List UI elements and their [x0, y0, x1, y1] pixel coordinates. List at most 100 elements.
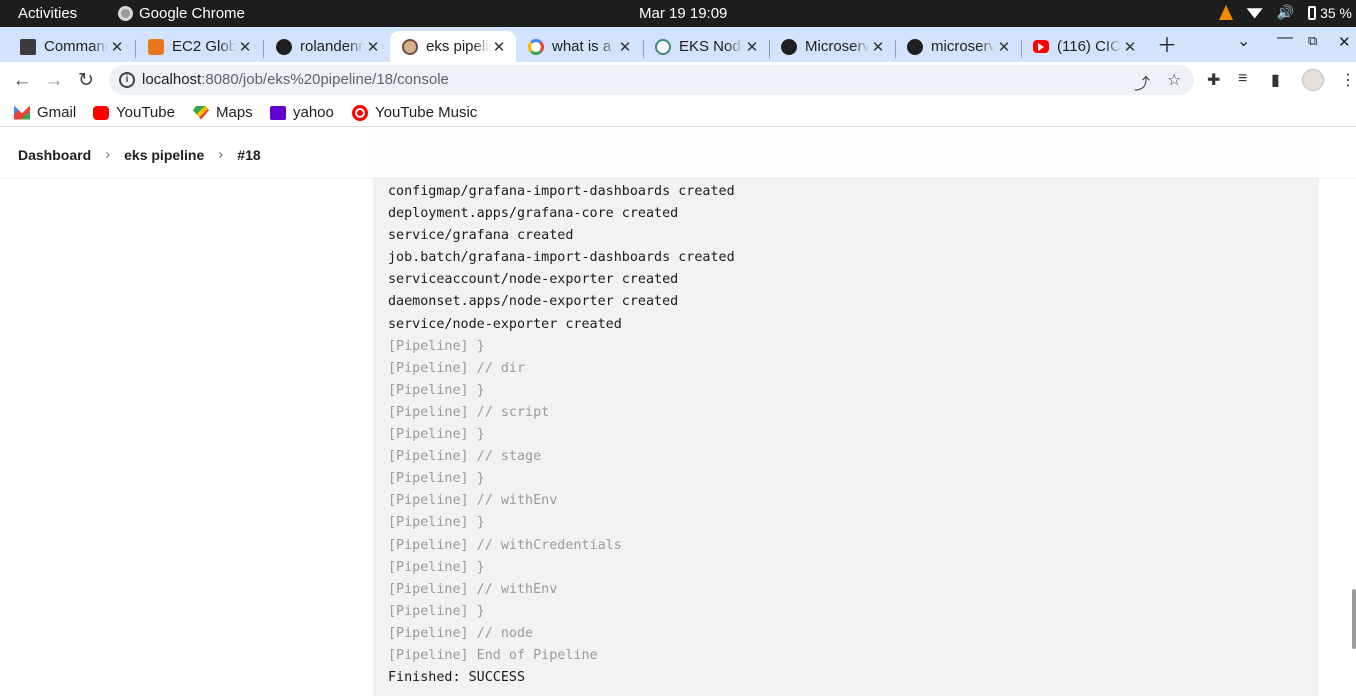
close-icon[interactable]: ✕ [236, 38, 254, 56]
console-line: [Pipeline] } [388, 338, 485, 354]
volume-icon: 🔊 [1276, 4, 1295, 20]
tab-search-icon[interactable]: ⌄ [1237, 31, 1250, 51]
console-line: [Pipeline] // withEnv [388, 493, 558, 509]
chevron-right-icon: › [218, 146, 224, 163]
system-tray[interactable]: 🔊 35 % [1218, 4, 1352, 21]
url-text[interactable]: localhost:8080/job/eks%20pipeline/18/con… [142, 71, 449, 88]
github-icon [907, 38, 923, 55]
tab-title: microservices [931, 38, 995, 55]
bookmark-yahoo[interactable]: yahoo [270, 104, 334, 121]
battery-icon [1308, 5, 1317, 20]
bookmark-youtube[interactable]: YouTube [93, 104, 175, 121]
youtube-icon [1033, 40, 1049, 53]
back-button[interactable]: ← [9, 68, 35, 94]
tab-title: EKS Node [679, 38, 743, 55]
tab-rolandenn[interactable]: rolandenn ✕ [264, 31, 390, 62]
close-icon[interactable]: ✕ [743, 38, 761, 56]
tab-microservices-github[interactable]: microservices ✕ [895, 31, 1021, 62]
app-menu[interactable]: Google Chrome [118, 5, 245, 22]
vlc-icon[interactable] [1218, 5, 1233, 20]
yahoo-icon [270, 105, 286, 120]
clock[interactable]: Mar 19 19:09 [639, 5, 727, 22]
console-line: [Pipeline] // script [388, 404, 550, 420]
bookmark-star-icon[interactable]: ☆ [1167, 70, 1181, 90]
share-icon[interactable]: ⤴ [1134, 70, 1150, 94]
bookmark-youtube-music[interactable]: YouTube Music [352, 104, 477, 121]
more-menu-icon[interactable]: ⋮ [1340, 70, 1356, 90]
globe-icon [781, 38, 797, 55]
minimize-button[interactable]: — [1277, 29, 1293, 47]
tab-microservices[interactable]: Microservices ✕ [769, 31, 895, 62]
wifi-icon [1246, 8, 1263, 19]
media-queue-icon[interactable]: ≡ [1238, 70, 1247, 88]
github-icon [276, 38, 292, 55]
tab-what-is-a[interactable]: what is a ✕ [516, 31, 642, 62]
console-log: configmap/grafana-import-dashboards crea… [388, 181, 735, 689]
close-icon[interactable]: ✕ [616, 38, 634, 56]
close-icon[interactable]: ✕ [1121, 38, 1139, 56]
app-name: Google Chrome [139, 5, 245, 22]
console-line: [Pipeline] } [388, 382, 485, 398]
jenkins-page: configmap/grafana-import-dashboards crea… [0, 131, 1356, 696]
bookmark-label: Gmail [37, 104, 77, 121]
console-line: serviceaccount/node-exporter created [388, 272, 679, 288]
console-line: daemonset.apps/node-exporter created [388, 294, 679, 310]
close-window-button[interactable]: ✕ [1338, 33, 1351, 51]
page-scrollbar[interactable] [1352, 589, 1356, 649]
reload-button[interactable]: ↻ [73, 68, 99, 94]
bookmark-gmail[interactable]: Gmail [14, 104, 76, 121]
url-path: :8080/job/eks%20pipeline/18/console [201, 71, 449, 88]
breadcrumb-dashboard[interactable]: Dashboard [18, 147, 91, 163]
extensions-icon[interactable]: ✚ [1207, 70, 1220, 90]
address-bar[interactable]: i localhost:8080/job/eks%20pipeline/18/c… [109, 65, 1194, 95]
close-icon[interactable]: ✕ [364, 38, 382, 56]
chevron-right-icon: › [105, 146, 111, 163]
side-panel-icon[interactable]: ▮ [1271, 70, 1280, 90]
bookmarks-bar: Gmail YouTube Maps yahoo YouTube Music [0, 99, 1356, 127]
console-line: Finished: SUCCESS [388, 670, 526, 686]
console-line: [Pipeline] // node [388, 625, 534, 641]
tab-eks-node[interactable]: EKS Node ✕ [643, 31, 769, 62]
new-tab-button[interactable]: ＋ [1157, 29, 1177, 58]
bookmark-label: YouTube Music [375, 104, 478, 121]
restore-button[interactable]: ⧉ [1308, 33, 1317, 49]
bookmark-label: Maps [216, 104, 253, 121]
tab-title: (116) CICD [1057, 38, 1121, 55]
close-icon[interactable]: ✕ [869, 38, 887, 56]
console-line: configmap/grafana-import-dashboards crea… [388, 184, 735, 199]
console-line: [Pipeline] } [388, 515, 485, 531]
close-icon[interactable]: ✕ [490, 38, 508, 56]
youtube-music-icon [352, 104, 368, 121]
breadcrumb: Dashboard › eks pipeline › #18 [0, 131, 1356, 178]
console-line: service/grafana created [388, 228, 574, 244]
console-line: [Pipeline] End of Pipeline [388, 647, 598, 663]
close-icon[interactable]: ✕ [108, 38, 126, 56]
youtube-icon [93, 105, 109, 120]
tab-title: EC2 Global [172, 38, 236, 55]
activities-button[interactable]: Activities [18, 5, 77, 22]
tab-ec2-global[interactable]: EC2 Global ✕ [136, 31, 262, 62]
close-icon[interactable]: ✕ [995, 38, 1013, 56]
console-line: job.batch/grafana-import-dashboards crea… [388, 250, 735, 266]
console-line: [Pipeline] // dir [388, 360, 526, 376]
breadcrumb-build[interactable]: #18 [237, 147, 260, 163]
bookmark-label: yahoo [293, 104, 334, 121]
maps-icon [193, 105, 209, 120]
tab-command[interactable]: Command ✕ [8, 31, 134, 62]
bookmark-label: YouTube [116, 104, 175, 121]
tab-cicd-video[interactable]: (116) CICD ✕ [1021, 31, 1147, 62]
console-line: [Pipeline] } [388, 559, 485, 575]
gmail-icon [14, 105, 30, 120]
console-line: [Pipeline] } [388, 603, 485, 619]
terminal-icon [20, 38, 36, 55]
tab-eks-pipeline[interactable]: eks pipeline ✕ [390, 31, 516, 62]
aws-icon [148, 38, 164, 55]
browser-toolbar: ← → ↻ i localhost:8080/job/eks%20pipelin… [0, 62, 1356, 99]
console-line: [Pipeline] } [388, 471, 485, 487]
tab-title: Microservices [805, 38, 869, 55]
site-info-icon[interactable]: i [119, 72, 135, 88]
bookmark-maps[interactable]: Maps [193, 104, 253, 121]
breadcrumb-job[interactable]: eks pipeline [124, 147, 204, 163]
profile-avatar[interactable] [1302, 69, 1324, 91]
forward-button[interactable]: → [41, 68, 67, 94]
